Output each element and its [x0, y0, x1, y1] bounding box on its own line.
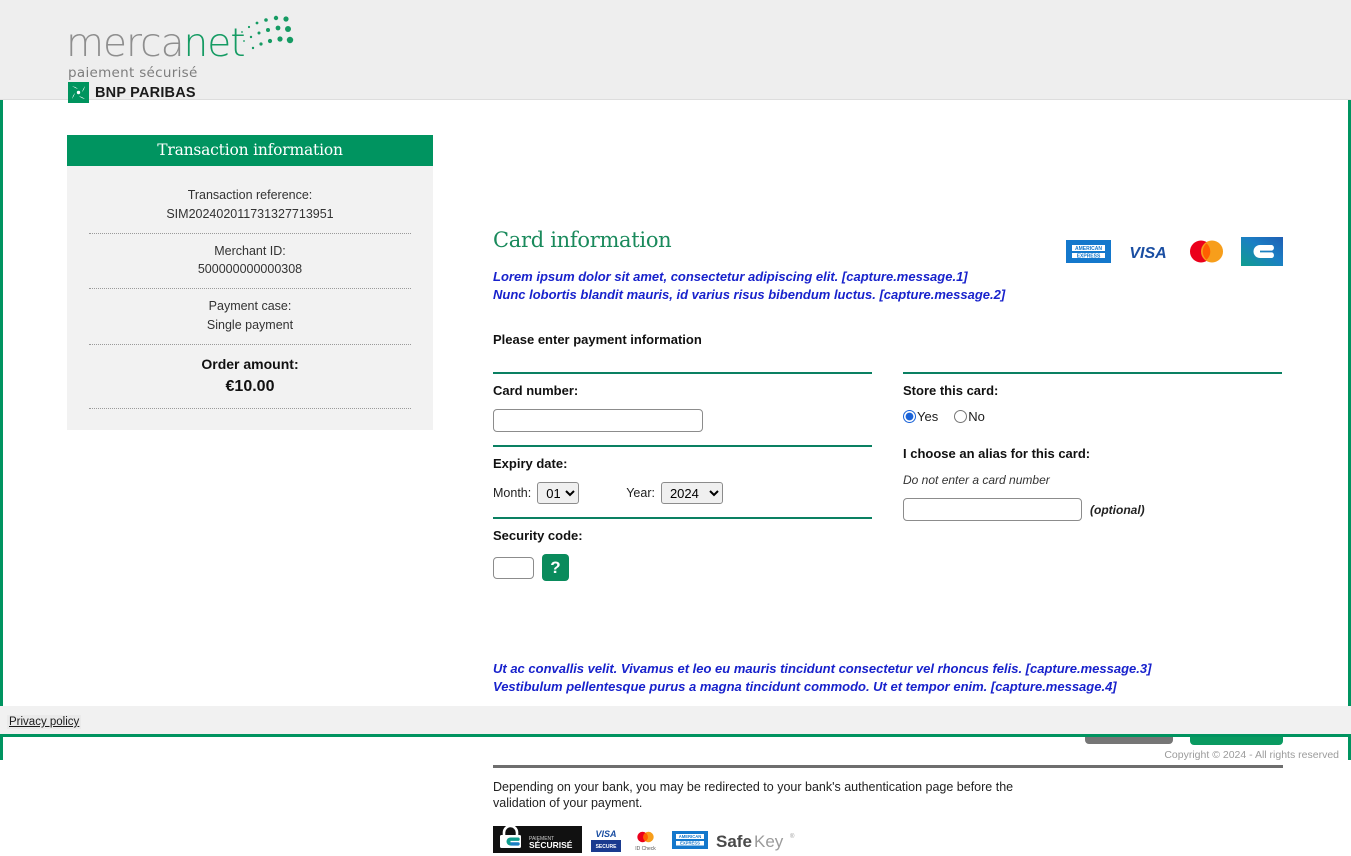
store-card-no-option[interactable]: No [954, 409, 985, 424]
svg-text:EXPRESS: EXPRESS [680, 841, 700, 846]
amex-safekey-icon: AMERICAN EXPRESS Safe Key ® [670, 826, 796, 856]
card-number-group: Card number: [493, 374, 872, 445]
mastercard-id-check-icon: ID Check [630, 826, 661, 856]
expiry-date-label: Expiry date: [493, 456, 872, 471]
visa-secure-icon: VISA SECURE [591, 826, 621, 856]
store-card-yes-option[interactable]: Yes [903, 409, 938, 424]
store-card-no-label[interactable]: No [968, 409, 985, 424]
capture-message-2: Nunc lobortis blandit mauris, id varius … [493, 286, 1283, 304]
payment-case-row: Payment case: Single payment [89, 289, 411, 344]
transaction-reference-label: Transaction reference: [89, 186, 411, 205]
alias-hint: Do not enter a card number [903, 473, 1282, 487]
security-code-row: ? [493, 554, 872, 581]
bnp-paribas-label: BNP PARIBAS [95, 85, 196, 101]
transaction-reference-value: SIM202402011731327713951 [89, 205, 411, 224]
footer-link-band: Privacy policy [0, 706, 1351, 737]
alias-input-row: (optional) [903, 498, 1282, 521]
svg-text:VISA: VISA [1129, 245, 1166, 262]
svg-text:AMERICAN: AMERICAN [679, 834, 702, 839]
logo-wordmark: mercanet [66, 24, 245, 63]
order-amount-row: Order amount: €10.00 [89, 345, 411, 408]
transaction-reference-row: Transaction reference: SIM20240201173132… [89, 178, 411, 233]
store-card-radio-group: Yes No [903, 409, 1282, 424]
logo-tagline: paiement sécurisé [68, 65, 198, 81]
accepted-card-brands: AMERICAN EXPRESS VISA [1065, 237, 1283, 266]
card-number-input[interactable] [493, 409, 703, 432]
security-code-group: Security code: ? [493, 519, 872, 594]
transaction-panel-body: Transaction reference: SIM20240201173132… [67, 166, 433, 430]
svg-text:Safe: Safe [716, 832, 752, 851]
svg-text:VISA: VISA [595, 829, 616, 839]
card-number-label: Card number: [493, 383, 872, 398]
cb-paiement-securise-icon: PAIEMENT SÉCURISÉ [493, 826, 582, 856]
main-content: Transaction information Transaction refe… [0, 100, 1351, 706]
store-card-label: Store this card: [903, 383, 1282, 398]
store-card-yes-radio[interactable] [903, 410, 916, 423]
payment-information-prompt: Please enter payment information [493, 332, 1283, 347]
expiry-month-label: Month: [493, 486, 531, 500]
page-header: mercanet paiement sécurisé BNP PARIBAS [0, 0, 1351, 100]
card-information-form: AMERICAN EXPRESS VISA [493, 228, 1283, 856]
logo-wordmark-merca: merca [66, 21, 184, 66]
security-code-label: Security code: [493, 528, 872, 543]
merchant-id-value: 500000000000308 [89, 260, 411, 279]
security-code-help-button[interactable]: ? [542, 554, 569, 581]
transaction-panel-title: Transaction information [67, 135, 433, 166]
svg-text:AMERICAN: AMERICAN [1075, 246, 1102, 252]
privacy-policy-link[interactable]: Privacy policy [7, 715, 81, 729]
alias-input[interactable] [903, 498, 1082, 521]
svg-text:SÉCURISÉ: SÉCURISÉ [529, 840, 573, 850]
panel-bottom-spacer [89, 409, 411, 426]
svg-text:®: ® [790, 833, 795, 840]
mastercard-icon [1184, 237, 1229, 266]
order-amount-label: Order amount: [89, 353, 411, 375]
store-card-no-radio[interactable] [954, 410, 967, 423]
transaction-information-panel: Transaction information Transaction refe… [67, 135, 433, 430]
merchant-id-label: Merchant ID: [89, 242, 411, 261]
alias-optional-note: (optional) [1090, 503, 1145, 517]
capture-message-3: Ut ac convallis velit. Vivamus et leo eu… [493, 660, 1283, 678]
logo-wordmark-net: net [184, 21, 245, 66]
svg-text:EXPRESS: EXPRESS [1077, 254, 1101, 260]
bank-redirect-disclaimer: Depending on your bank, you may be redir… [493, 779, 1053, 811]
security-code-input[interactable] [493, 557, 534, 579]
payment-case-value: Single payment [89, 316, 411, 335]
form-columns: Card number: Expiry date: Month: 0102030… [493, 372, 1283, 594]
mercanet-logo: mercanet paiement sécurisé BNP PARIBAS [66, 12, 306, 92]
amex-icon: AMERICAN EXPRESS [1065, 237, 1112, 266]
expiry-month-select[interactable]: 010203040506070809101112 [537, 482, 579, 504]
expiry-year-select[interactable]: 2024202520262027202820292030203120322033 [661, 482, 723, 504]
payment-case-label: Payment case: [89, 297, 411, 316]
security-program-logos: PAIEMENT SÉCURISÉ VISA SECURE [493, 826, 1283, 856]
order-amount-value: €10.00 [89, 375, 411, 399]
copyright-text: Copyright © 2024 - All rights reserved [1164, 749, 1339, 761]
svg-text:SECURE: SECURE [596, 844, 618, 850]
store-card-group: Store this card: Yes No I choose an alia… [903, 374, 1282, 534]
merchant-id-row: Merchant ID: 500000000000308 [89, 234, 411, 289]
visa-icon: VISA [1124, 237, 1172, 266]
payment-fields-column: Card number: Expiry date: Month: 0102030… [493, 372, 872, 594]
expiry-date-group: Expiry date: Month: 01020304050607080910… [493, 447, 872, 517]
cb-carte-bancaire-icon [1241, 237, 1283, 266]
expiry-year-label: Year: [626, 486, 655, 500]
divider [493, 765, 1283, 768]
alias-label: I choose an alias for this card: [903, 446, 1282, 461]
capture-message-4: Vestibulum pellentesque purus a magna ti… [493, 678, 1283, 696]
capture-message-1: Lorem ipsum dolor sit amet, consectetur … [493, 268, 1283, 286]
svg-text:Key: Key [754, 832, 784, 851]
store-card-yes-label[interactable]: Yes [917, 409, 938, 424]
expiry-selects-row: Month: 010203040506070809101112 Year: 20… [493, 482, 872, 504]
svg-text:ID Check: ID Check [635, 846, 656, 852]
store-card-column: Store this card: Yes No I choose an alia… [903, 372, 1282, 594]
